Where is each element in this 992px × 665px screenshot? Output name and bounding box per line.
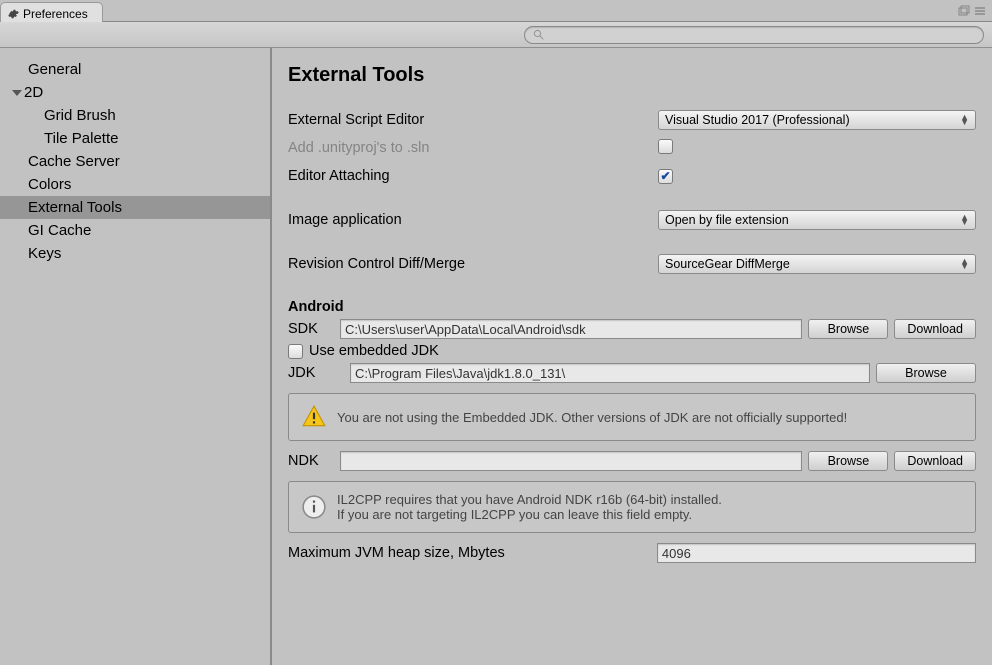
titlebar: Preferences — [0, 0, 992, 22]
row-script-editor: External Script Editor Visual Studio 201… — [288, 107, 976, 133]
tab-title: Preferences — [23, 7, 88, 21]
download-sdk-button[interactable]: Download — [894, 319, 976, 339]
label-jdk: JDK — [288, 365, 344, 381]
input-sdk[interactable] — [340, 319, 802, 339]
search-icon — [533, 29, 544, 40]
sidebar-item-general[interactable]: General — [0, 58, 270, 81]
window-controls — [958, 0, 992, 21]
dropdown-image-app[interactable]: Open by file extension ▲▼ — [658, 210, 976, 230]
warning-text: You are not using the Embedded JDK. Othe… — [337, 410, 847, 425]
label-image-app: Image application — [288, 212, 658, 228]
sidebar-item-keys[interactable]: Keys — [0, 242, 270, 265]
row-sdk: SDK Browse Download — [288, 319, 976, 339]
label-rev-ctrl: Revision Control Diff/Merge — [288, 256, 658, 272]
sidebar-item-grid-brush[interactable]: Grid Brush — [0, 104, 270, 127]
main-panel: External Tools External Script Editor Vi… — [272, 48, 992, 665]
label-heap: Maximum JVM heap size, Mbytes — [288, 545, 657, 561]
info-icon — [301, 494, 327, 520]
label-embedded-jdk: Use embedded JDK — [309, 343, 439, 359]
page-title: External Tools — [288, 64, 976, 87]
preferences-tab[interactable]: Preferences — [0, 2, 103, 22]
sidebar-item-label: Keys — [28, 245, 61, 262]
row-ndk: NDK Browse Download — [288, 451, 976, 471]
label-unityproj: Add .unityproj's to .sln — [288, 140, 658, 156]
label-editor-attaching: Editor Attaching — [288, 168, 658, 184]
input-heap[interactable] — [657, 543, 976, 563]
label-script-editor: External Script Editor — [288, 112, 658, 128]
label-ndk: NDK — [288, 453, 334, 469]
sidebar-item-label: Colors — [28, 176, 71, 193]
row-rev-ctrl: Revision Control Diff/Merge SourceGear D… — [288, 251, 976, 277]
chevron-updown-icon: ▲▼ — [960, 215, 969, 225]
sidebar-item-label: Cache Server — [28, 153, 120, 170]
input-jdk[interactable] — [350, 363, 870, 383]
row-embedded-jdk: Use embedded JDK — [288, 343, 976, 359]
browse-ndk-button[interactable]: Browse — [808, 451, 888, 471]
dropdown-rev-ctrl[interactable]: SourceGear DiffMerge ▲▼ — [658, 254, 976, 274]
sidebar-item-colors[interactable]: Colors — [0, 173, 270, 196]
row-editor-attaching: Editor Attaching — [288, 163, 976, 189]
info-ndk: IL2CPP requires that you have Android ND… — [288, 481, 976, 533]
chevron-updown-icon: ▲▼ — [960, 115, 969, 125]
dropdown-value: Open by file extension — [665, 213, 789, 227]
checkbox-embedded-jdk[interactable] — [288, 344, 303, 359]
chevron-updown-icon: ▲▼ — [960, 259, 969, 269]
browse-jdk-button[interactable]: Browse — [876, 363, 976, 383]
menu-icon[interactable] — [974, 5, 986, 17]
sidebar-item-label: External Tools — [28, 199, 122, 216]
download-ndk-button[interactable]: Download — [894, 451, 976, 471]
section-android: Android — [288, 299, 976, 315]
browse-sdk-button[interactable]: Browse — [808, 319, 888, 339]
gear-icon — [7, 8, 19, 20]
sidebar-item-cache-server[interactable]: Cache Server — [0, 150, 270, 173]
sidebar-item-label: Tile Palette — [44, 130, 118, 147]
dropdown-value: Visual Studio 2017 (Professional) — [665, 113, 850, 127]
info-text: IL2CPP requires that you have Android ND… — [337, 492, 722, 522]
warning-icon — [301, 404, 327, 430]
sidebar-item-label: 2D — [24, 84, 43, 101]
row-heap: Maximum JVM heap size, Mbytes — [288, 543, 976, 563]
dropdown-script-editor[interactable]: Visual Studio 2017 (Professional) ▲▼ — [658, 110, 976, 130]
sidebar-item-gi-cache[interactable]: GI Cache — [0, 219, 270, 242]
input-ndk[interactable] — [340, 451, 802, 471]
dropdown-value: SourceGear DiffMerge — [665, 257, 790, 271]
sidebar-item-2d[interactable]: 2D — [0, 81, 270, 104]
sidebar: General 2D Grid Brush Tile Palette Cache… — [0, 48, 272, 665]
expand-arrow-icon — [12, 90, 22, 96]
toolbar — [0, 22, 992, 48]
row-image-app: Image application Open by file extension… — [288, 207, 976, 233]
sidebar-item-label: General — [28, 61, 81, 78]
warning-jdk: You are not using the Embedded JDK. Othe… — [288, 393, 976, 441]
checkbox-editor-attaching[interactable] — [658, 169, 673, 184]
checkbox-unityproj — [658, 139, 673, 154]
sidebar-item-label: GI Cache — [28, 222, 91, 239]
row-unityproj: Add .unityproj's to .sln — [288, 135, 976, 161]
sidebar-item-label: Grid Brush — [44, 107, 116, 124]
search-input[interactable] — [524, 26, 984, 44]
popout-icon[interactable] — [958, 5, 970, 17]
row-jdk: JDK Browse — [288, 363, 976, 383]
label-sdk: SDK — [288, 321, 334, 337]
sidebar-item-tile-palette[interactable]: Tile Palette — [0, 127, 270, 150]
sidebar-item-external-tools[interactable]: External Tools — [0, 196, 270, 219]
